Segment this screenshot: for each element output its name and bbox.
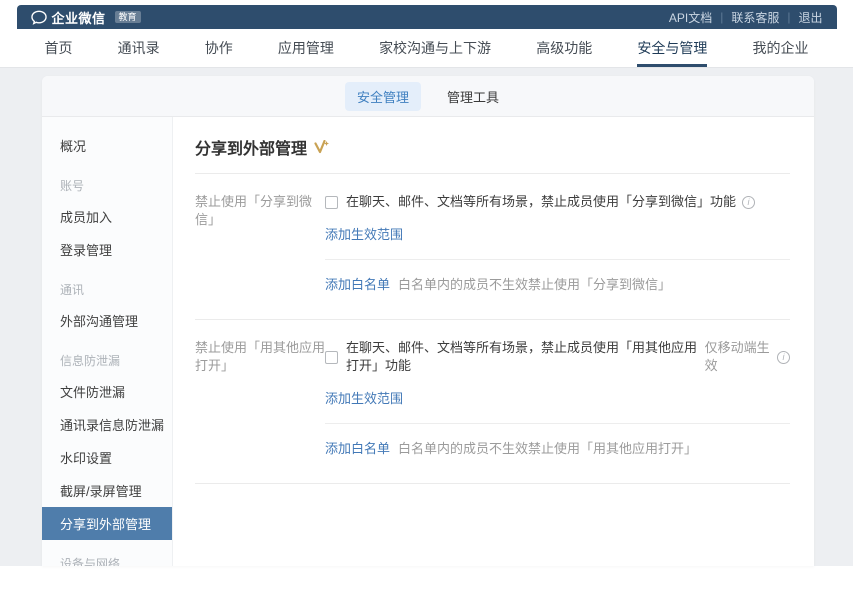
sidebar-group-header: 信息防泄漏 (42, 346, 172, 375)
sidebar-item[interactable]: 外部沟通管理 (42, 304, 172, 337)
premium-feature-icon (314, 140, 329, 154)
whitelist-note: 白名单内的成员不生效禁止使用「分享到微信」 (398, 277, 671, 292)
settings-sidebar: 概况账号成员加入登录管理通讯外部沟通管理信息防泄漏文件防泄漏通讯录信息防泄漏水印… (42, 117, 173, 566)
section-content: 在聊天、邮件、文档等所有场景，禁止成员使用「用其他应用打开」功能仅移动端生效 i 添… (325, 339, 790, 457)
sidebar-group-header: 通讯 (42, 275, 172, 304)
checkbox-note: 仅移动端生效 (705, 339, 771, 375)
wecom-logo[interactable]: 企业微信 教育 (31, 8, 141, 27)
info-icon[interactable]: i (742, 196, 755, 209)
sidebar-item[interactable]: 登录管理 (42, 233, 172, 266)
top-link-separator: | (720, 10, 723, 24)
top-bar: 企业微信 教育 API文档 | 联系客服 | 退出 (17, 5, 837, 29)
sidebar-item[interactable]: 分享到外部管理 (42, 507, 172, 540)
nav-item[interactable]: 高级功能 (536, 29, 592, 67)
nav-item[interactable]: 协作 (205, 29, 233, 67)
checkbox-label: 在聊天、邮件、文档等所有场景，禁止成员使用「分享到微信」功能 (346, 193, 736, 211)
whitelist-row: 添加白名单白名单内的成员不生效禁止使用「分享到微信」 (325, 274, 790, 293)
add-scope-link[interactable]: 添加生效范围 (325, 388, 403, 407)
nav-item[interactable]: 通讯录 (118, 29, 160, 67)
add-whitelist-link[interactable]: 添加白名单 (325, 277, 390, 292)
sidebar-item[interactable]: 文件防泄漏 (42, 375, 172, 408)
wecom-bubble-icon (31, 10, 47, 25)
sidebar-group-header: 设备与网络 (42, 549, 172, 566)
main-nav: 首页 通讯录 协作 应用管理 家校沟通与上下游 高级功能 安全与管理 我的企业 (17, 29, 837, 67)
sidebar-item[interactable]: 概况 (42, 129, 172, 162)
nav-item[interactable]: 家校沟通与上下游 (379, 29, 491, 67)
top-links: API文档 | 联系客服 | 退出 (669, 9, 823, 26)
nav-item[interactable]: 安全与管理 (637, 29, 707, 67)
section-label: 禁止使用「分享到微信」 (195, 193, 325, 293)
sidebar-group-header: 账号 (42, 171, 172, 200)
settings-sections: 禁止使用「分享到微信」在聊天、邮件、文档等所有场景，禁止成员使用「分享到微信」功… (195, 174, 790, 484)
sidebar-item[interactable]: 截屏/录屏管理 (42, 474, 172, 507)
top-link-3[interactable]: 退出 (798, 9, 822, 26)
checkbox[interactable] (325, 196, 338, 209)
settings-section: 禁止使用「用其他应用打开」在聊天、邮件、文档等所有场景，禁止成员使用「用其他应用… (195, 320, 790, 484)
top-link-1[interactable]: API文档 (669, 9, 712, 26)
whitelist-note: 白名单内的成员不生效禁止使用「用其他应用打开」 (398, 441, 697, 456)
section-divider (195, 483, 790, 484)
card-body: 概况账号成员加入登录管理通讯外部沟通管理信息防泄漏文件防泄漏通讯录信息防泄漏水印… (42, 117, 814, 566)
sidebar-item[interactable]: 通讯录信息防泄漏 (42, 408, 172, 441)
top-bar-wrapper: 企业微信 教育 API文档 | 联系客服 | 退出 (17, 0, 837, 29)
page-body: 安全管理管理工具 概况账号成员加入登录管理通讯外部沟通管理信息防泄漏文件防泄漏通… (0, 68, 853, 566)
sub-tabs: 安全管理管理工具 (42, 76, 814, 117)
checkbox[interactable] (325, 351, 338, 364)
logo-edition-badge: 教育 (115, 11, 141, 23)
settings-section: 禁止使用「分享到微信」在聊天、邮件、文档等所有场景，禁止成员使用「分享到微信」功… (195, 174, 790, 320)
tab[interactable]: 管理工具 (435, 82, 511, 111)
checkbox-label: 在聊天、邮件、文档等所有场景，禁止成员使用「用其他应用打开」功能 (346, 339, 700, 375)
whitelist-divider (325, 259, 790, 260)
checkbox-row: 在聊天、邮件、文档等所有场景，禁止成员使用「分享到微信」功能 i (325, 193, 790, 211)
whitelist-row: 添加白名单白名单内的成员不生效禁止使用「用其他应用打开」 (325, 438, 790, 457)
tab[interactable]: 安全管理 (345, 82, 421, 111)
section-row: 禁止使用「用其他应用打开」在聊天、邮件、文档等所有场景，禁止成员使用「用其他应用… (195, 339, 790, 457)
whitelist-divider (325, 423, 790, 424)
top-link-2[interactable]: 联系客服 (731, 9, 779, 26)
info-icon[interactable]: i (777, 351, 790, 364)
checkbox-row: 在聊天、邮件、文档等所有场景，禁止成员使用「用其他应用打开」功能仅移动端生效 i (325, 339, 790, 375)
main-content: 分享到外部管理 禁止使用「分享到微信」在聊天、邮件、文档等所有场景，禁止成员使用… (173, 117, 814, 566)
nav-item[interactable]: 应用管理 (278, 29, 334, 67)
section-content: 在聊天、邮件、文档等所有场景，禁止成员使用「分享到微信」功能 i 添加生效范围添加白… (325, 193, 790, 293)
sidebar-item[interactable]: 水印设置 (42, 441, 172, 474)
page-title-text: 分享到外部管理 (195, 135, 307, 159)
section-label: 禁止使用「用其他应用打开」 (195, 339, 325, 457)
sidebar-item[interactable]: 成员加入 (42, 200, 172, 233)
logo-text: 企业微信 (52, 8, 106, 27)
section-row: 禁止使用「分享到微信」在聊天、邮件、文档等所有场景，禁止成员使用「分享到微信」功… (195, 193, 790, 293)
top-link-separator: | (787, 10, 790, 24)
content-card: 安全管理管理工具 概况账号成员加入登录管理通讯外部沟通管理信息防泄漏文件防泄漏通… (42, 76, 814, 566)
nav-item[interactable]: 首页 (45, 29, 73, 67)
add-scope-link[interactable]: 添加生效范围 (325, 224, 403, 243)
nav-item[interactable]: 我的企业 (752, 29, 808, 67)
add-whitelist-link[interactable]: 添加白名单 (325, 441, 390, 456)
page-title: 分享到外部管理 (195, 131, 790, 161)
